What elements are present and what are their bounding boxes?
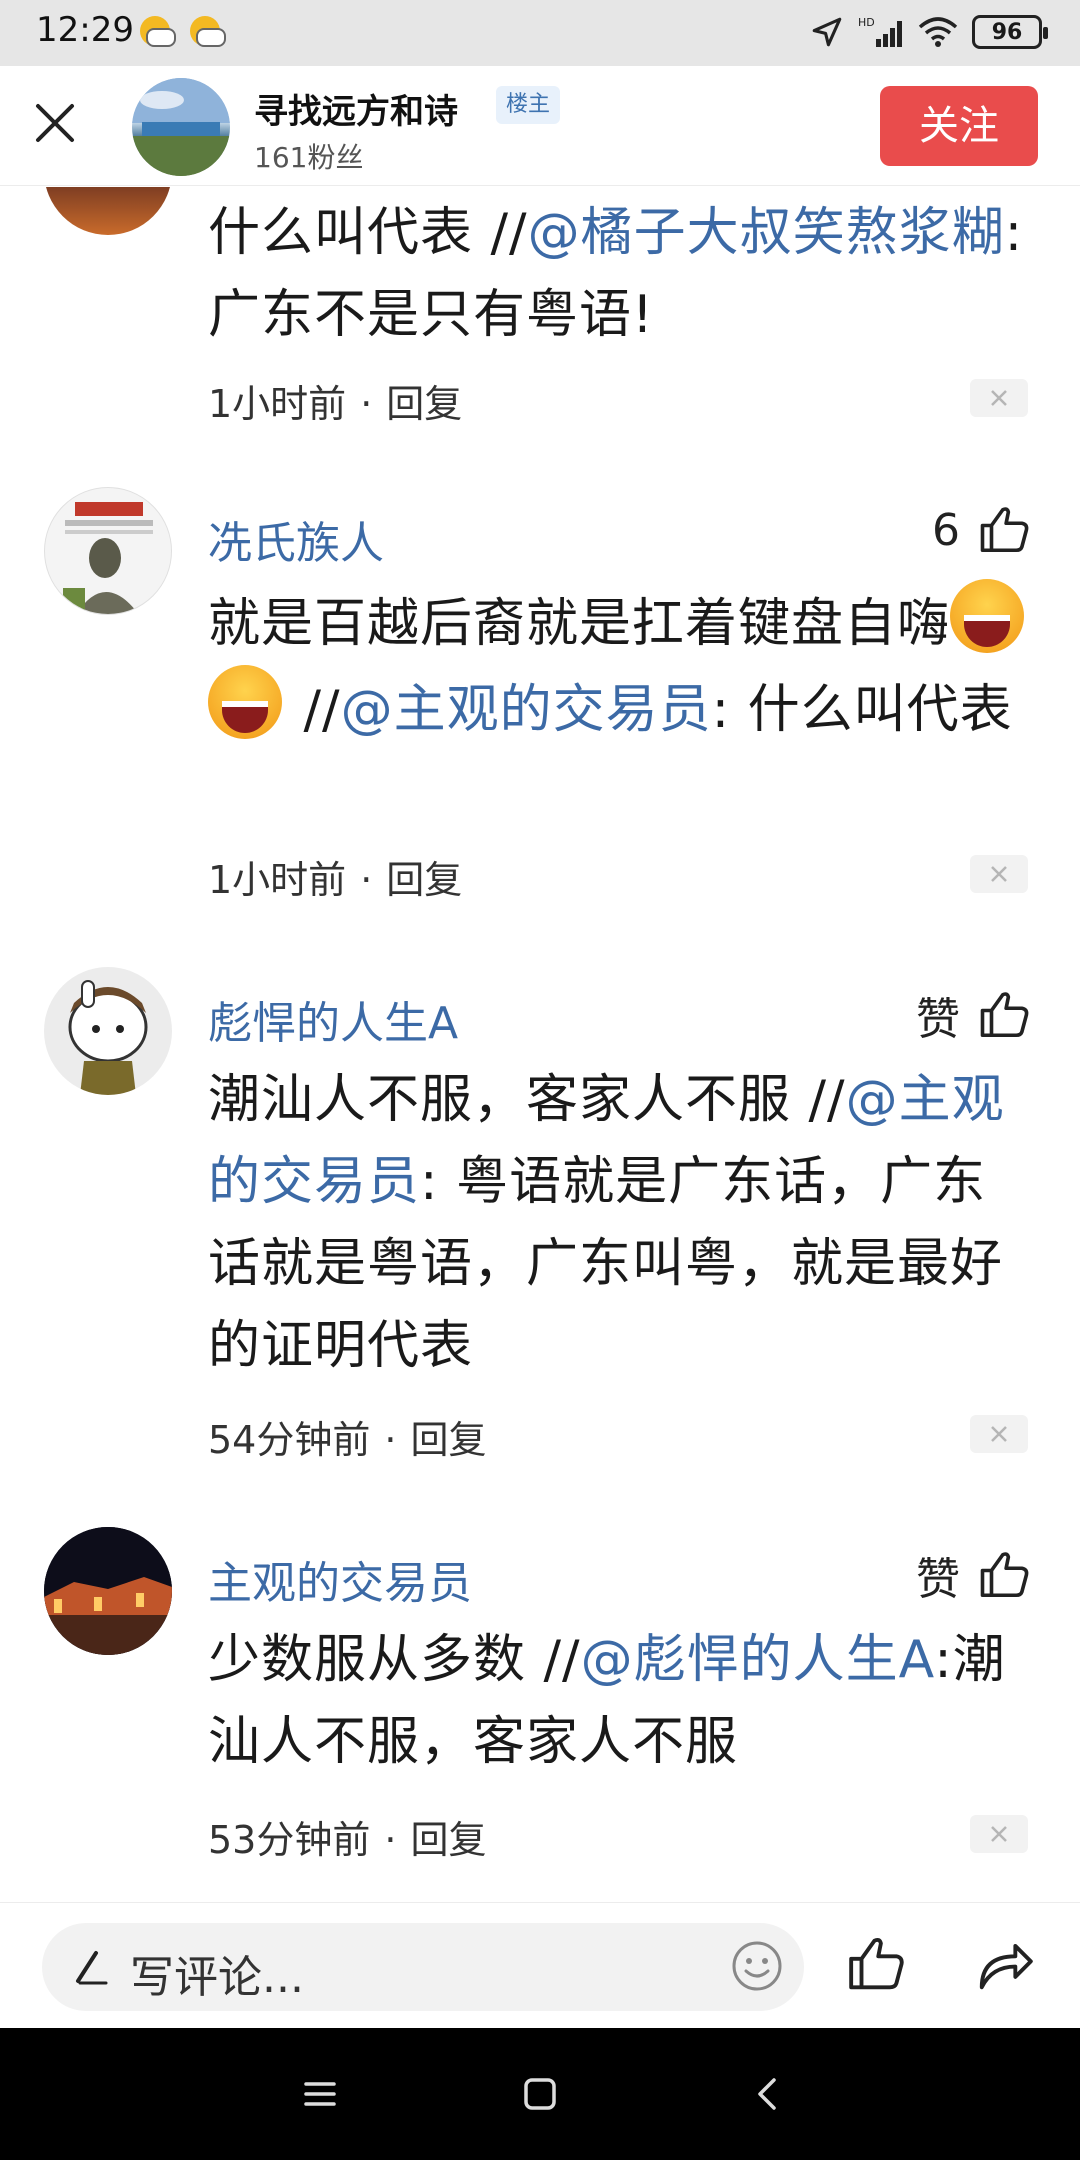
svg-text:HD: HD [858, 16, 875, 29]
comment-text: 什么叫代表 //@橘子大叔笑熬浆糊: 广东不是只有粤语! [208, 203, 1024, 345]
avatar-image [68, 980, 148, 1095]
pen-icon [76, 1951, 108, 1985]
wifi-icon [918, 17, 958, 47]
status-time: 12:29 [36, 10, 134, 50]
avatar[interactable] [44, 967, 172, 1095]
thumbs-up-icon [980, 507, 1029, 553]
reply-button[interactable]: 回复 [410, 1418, 486, 1462]
commenter-name[interactable]: 彪悍的人生A [208, 987, 458, 1051]
commenter-name[interactable]: 冼氏族人 [208, 507, 384, 571]
comment-text: 潮汕人不服，客家人不服 //@主观的交易员: 粤语就是广东话，广东话就是粤语，广… [208, 1070, 1005, 1376]
avatar[interactable] [44, 1527, 172, 1655]
avatar[interactable] [132, 78, 230, 176]
avatar-image [132, 78, 230, 176]
comment-time: 54分钟前 [208, 1418, 371, 1462]
comment-meta: 53分钟前 · 回复 [208, 1818, 487, 1862]
comment-meta: 1小时前 · 回复 [208, 382, 463, 426]
follow-button[interactable]: 关注 [880, 86, 1038, 166]
share-icon[interactable] [974, 1933, 1036, 1995]
thumbs-up-icon [980, 992, 1029, 1038]
comment-item: 彪悍的人生A 赞 潮汕人不服，客家人不服 //@主观的交易员: 粤语就是广东话，… [0, 967, 1080, 1462]
weather-icon [190, 16, 226, 47]
thumbs-up-icon[interactable] [846, 1933, 908, 1995]
comment-text: 少数服从多数 //@彪悍的人生A:潮汕人不服，客家人不服 [208, 1630, 1006, 1772]
avatar[interactable] [44, 187, 172, 235]
like-count: 赞 [916, 994, 960, 1045]
avatar[interactable] [44, 487, 172, 615]
author-name[interactable]: 寻找远方和诗 [254, 84, 458, 133]
thumbs-up-icon [980, 1552, 1029, 1598]
like-count: 6 [932, 504, 960, 556]
reply-button[interactable]: 回复 [410, 1818, 486, 1862]
comment-meta: 54分钟前 · 回复 [208, 1418, 487, 1462]
comment-input-bar: 写评论... [0, 1902, 1080, 2028]
comment-time: 53分钟前 [208, 1818, 371, 1862]
close-icon[interactable] [30, 98, 80, 148]
comment-item: 冼氏族人 6 就是百越后裔就是扛着键盘自嗨 //@主观的交易员: 什么叫代表 1… [0, 487, 1080, 902]
dismiss-icon [991, 1426, 1007, 1442]
comment-time: 1小时前 [208, 858, 347, 902]
signal-icon: HD [858, 16, 902, 47]
avatar-image [44, 1527, 172, 1655]
battery-indicator: 96 [972, 15, 1048, 49]
comment-placeholder: 写评论... [130, 1952, 304, 2003]
fans-count: 161粉丝 [254, 141, 364, 174]
status-bar: 12:29 HD 96 [0, 0, 1080, 66]
location-icon [812, 17, 842, 47]
comment-meta: 1小时前 · 回复 [208, 858, 463, 902]
back-icon[interactable] [744, 2070, 792, 2118]
laughing-emoji-icon [208, 665, 282, 739]
dismiss-icon [991, 866, 1007, 882]
dismiss-button[interactable] [970, 1815, 1028, 1853]
laughing-emoji-icon [950, 579, 1025, 653]
mention-link[interactable]: @主观的交易员 [341, 680, 712, 740]
reply-button[interactable]: 回复 [386, 858, 462, 902]
mention-link[interactable]: @彪悍的人生A [581, 1630, 935, 1690]
comment-item: 主观的交易员 赞 少数服从多数 //@彪悍的人生A:潮汕人不服，客家人不服 53… [0, 1527, 1080, 1902]
comment-text: 就是百越后裔就是扛着键盘自嗨 //@主观的交易员: 什么叫代表 [208, 579, 1038, 751]
comment-list: 什么叫代表 //@橘子大叔笑熬浆糊: 广东不是只有粤语! 1小时前 · 回复 冼氏族… [0, 187, 1080, 1902]
home-icon[interactable] [516, 2070, 564, 2118]
mention-link[interactable]: @橘子大叔笑熬浆糊 [528, 203, 1005, 263]
comment-time: 1小时前 [208, 382, 347, 426]
dismiss-button[interactable] [970, 379, 1028, 417]
system-nav-bar [0, 2028, 1080, 2160]
like-button[interactable]: 赞 [916, 1543, 1032, 1607]
reply-button[interactable]: 回复 [386, 382, 462, 426]
post-header: 寻找远方和诗 楼主 161粉丝 关注 [0, 66, 1080, 186]
dismiss-button[interactable] [970, 1415, 1028, 1453]
dismiss-button[interactable] [970, 855, 1028, 893]
comment-item: 什么叫代表 //@橘子大叔笑熬浆糊: 广东不是只有粤语! 1小时前 · 回复 [0, 187, 1080, 467]
smile-icon[interactable] [730, 1939, 784, 1993]
like-count: 赞 [916, 1554, 960, 1605]
dismiss-icon [991, 1826, 1007, 1842]
owner-badge: 楼主 [496, 86, 561, 124]
like-button[interactable]: 6 [932, 503, 1032, 557]
menu-icon[interactable] [296, 2070, 344, 2118]
avatar-image [63, 502, 153, 614]
commenter-name[interactable]: 主观的交易员 [208, 1547, 472, 1611]
dismiss-icon [991, 390, 1007, 406]
comment-input[interactable]: 写评论... [42, 1923, 804, 2011]
like-button[interactable]: 赞 [916, 983, 1032, 1047]
weather-icon [140, 16, 176, 47]
